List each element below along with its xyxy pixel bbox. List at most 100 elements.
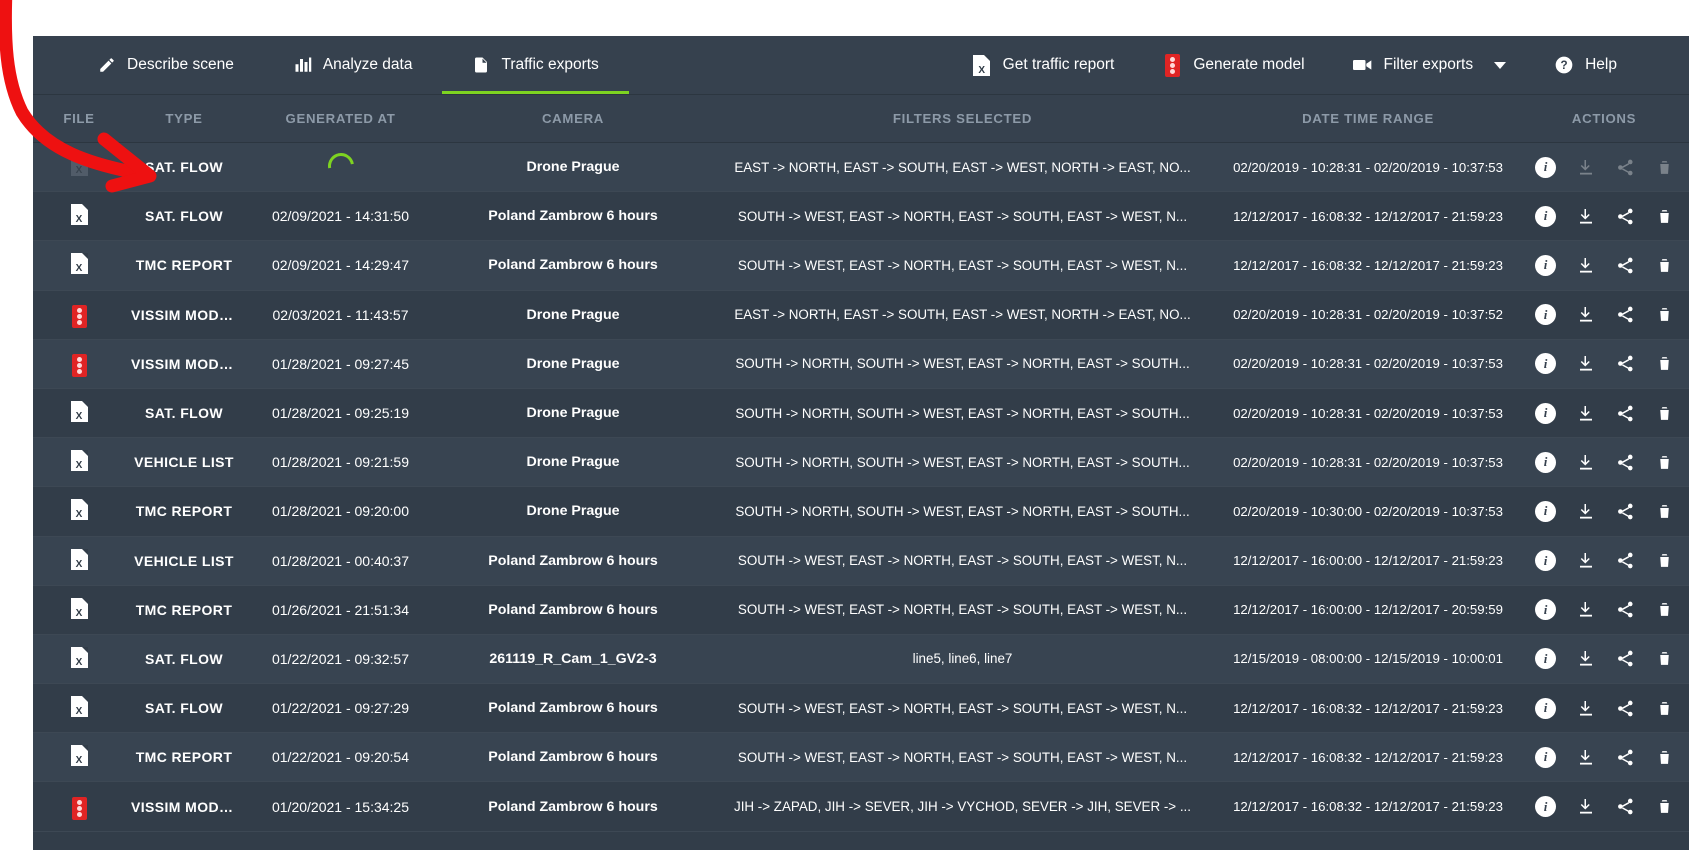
download-icon[interactable] [1577,649,1595,668]
trash-icon[interactable] [1656,502,1673,521]
cell-camera: Poland Zambrow 6 hours [488,601,658,618]
info-icon[interactable]: i [1535,451,1556,473]
help-button[interactable]: ? Help [1530,36,1641,94]
share-icon[interactable] [1616,600,1635,619]
share-icon[interactable] [1616,502,1635,521]
share-icon[interactable] [1616,797,1635,816]
table-row[interactable]: TMC REPORT 01/22/2021 - 09:20:54 Poland Za… [33,733,1689,783]
info-icon[interactable]: i [1535,746,1556,768]
trash-icon[interactable] [1656,649,1673,668]
table-row[interactable]: SAT. FLOW 01/28/2021 - 09:25:19 Drone Prag… [33,388,1689,439]
info-icon[interactable]: i [1535,254,1556,276]
info-icon[interactable]: i [1535,500,1556,522]
table-row[interactable]: SAT. FLOW 01/22/2021 - 09:32:57 261119_R_C… [33,634,1689,685]
table-row[interactable]: VEHICLE LIST 01/28/2021 - 00:40:37 Poland … [33,536,1689,586]
cell-filters-selected: SOUTH -> NORTH, SOUTH -> WEST, EAST -> N… [735,454,1190,470]
generate-model-button[interactable]: Generate model [1138,36,1328,94]
trash-icon[interactable] [1656,699,1673,718]
info-icon[interactable]: i [1535,648,1556,670]
tab-traffic-exports[interactable]: Traffic exports [442,36,630,94]
trash-icon[interactable] [1656,797,1673,816]
column-header-generated-at: GENERATED AT [285,111,396,126]
share-icon[interactable] [1616,748,1635,767]
share-icon[interactable] [1616,305,1635,324]
share-icon[interactable] [1616,354,1635,373]
table-row[interactable]: TMC REPORT 01/28/2021 - 09:20:00 Drone Pra… [33,487,1689,537]
share-icon[interactable] [1616,649,1635,668]
cell-actions: i [1519,500,1689,522]
download-icon[interactable] [1577,748,1595,767]
table-row[interactable]: TMC REPORT 02/09/2021 - 14:29:47 Poland Za… [33,241,1689,291]
trash-icon[interactable] [1656,207,1673,226]
excel-document-icon [70,696,88,718]
tab-analyze-data[interactable]: Analyze data [264,36,443,94]
trash-icon[interactable] [1656,354,1673,373]
trash-icon[interactable] [1656,748,1673,767]
cell-date-time-range: 12/12/2017 - 16:08:32 - 12/12/2017 - 21:… [1233,208,1503,224]
share-icon[interactable] [1616,207,1635,226]
share-icon[interactable] [1616,404,1635,423]
excel-document-icon [70,401,88,423]
table-header-row: FILE TYPE GENERATED AT CAMERA FILTERS SE… [33,95,1689,143]
table-row[interactable]: SAT. FLOW 02/09/2021 - 14:31:50 Poland Zam… [33,192,1689,242]
cell-actions: i [1519,796,1689,818]
download-icon[interactable] [1577,453,1595,472]
cell-type: VISSIM MODEL [131,355,238,372]
trash-icon[interactable] [1656,453,1673,472]
cell-date-time-range: 12/12/2017 - 16:00:00 - 12/12/2017 - 21:… [1233,553,1503,569]
cell-generated-at: 01/28/2021 - 09:21:59 [271,454,409,471]
table-row[interactable]: SAT. FLOW 01/22/2021 - 09:27:29 Poland Zam… [33,684,1689,734]
download-icon[interactable] [1577,256,1595,275]
download-icon[interactable] [1577,797,1595,816]
info-icon[interactable]: i [1535,205,1556,227]
share-icon[interactable] [1616,256,1635,275]
share-icon[interactable] [1616,551,1635,570]
info-icon[interactable]: i [1535,304,1556,326]
trash-icon[interactable] [1656,551,1673,570]
download-icon[interactable] [1577,502,1595,521]
download-icon[interactable] [1577,354,1595,373]
download-icon[interactable] [1577,305,1595,324]
table-row[interactable]: TMC REPORT 01/26/2021 - 21:51:34 Poland Za… [33,585,1689,635]
info-icon[interactable]: i [1535,599,1556,621]
get-traffic-report-button[interactable]: Get traffic report [948,36,1139,94]
download-icon[interactable] [1577,207,1595,226]
info-icon[interactable]: i [1535,402,1556,424]
share-icon[interactable] [1616,453,1635,472]
info-icon[interactable]: i [1535,550,1556,572]
cell-actions: i [1519,451,1689,473]
cell-date-time-range: 12/12/2017 - 16:08:32 - 12/12/2017 - 21:… [1233,799,1503,815]
table-row[interactable]: VEHICLE LIST 01/28/2021 - 09:21:59 Drone P… [33,438,1689,488]
cell-file [33,548,125,573]
cell-file [33,301,125,329]
tab-describe-scene[interactable]: Describe scene [33,36,264,94]
trash-icon[interactable] [1656,256,1673,275]
table-row[interactable]: VISSIM MODEL 01/20/2021 - 15:34:25 Poland … [33,782,1689,832]
trash-icon[interactable] [1656,305,1673,324]
column-header-actions: ACTIONS [1571,111,1637,126]
table-row[interactable]: VISSIM MODEL 01/28/2021 - 09:27:45 Drone P… [33,339,1689,389]
info-icon[interactable]: i [1535,156,1556,178]
cell-generated-at: 01/22/2021 - 09:27:29 [271,700,409,717]
info-icon[interactable]: i [1535,353,1556,375]
row-action-group: i [1525,304,1683,326]
info-icon[interactable]: i [1535,796,1556,818]
trash-icon[interactable] [1656,404,1673,423]
download-icon[interactable] [1577,404,1595,423]
row-action-group: i [1525,500,1683,522]
table-row[interactable]: SAT. FLOW Drone Prague EAST -> NORTH, EAST… [33,143,1689,193]
trash-icon[interactable] [1656,600,1673,619]
table-row[interactable]: VISSIM MODEL 02/03/2021 - 11:43:57 Drone P… [33,290,1689,340]
download-icon[interactable] [1577,600,1595,619]
excel-document-icon [70,745,88,767]
info-icon[interactable]: i [1535,697,1556,719]
download-icon[interactable] [1577,551,1595,570]
share-icon[interactable] [1616,699,1635,718]
filter-exports-dropdown[interactable]: Filter exports [1329,36,1531,94]
cell-type: SAT. FLOW [145,700,223,717]
cell-generated-at-loading [243,152,438,182]
cell-date-time-range: 02/20/2019 - 10:28:31 - 02/20/2019 - 10:… [1233,356,1503,372]
tab-label: Analyze data [322,56,413,73]
cell-actions: i [1519,648,1689,670]
download-icon[interactable] [1577,699,1595,718]
